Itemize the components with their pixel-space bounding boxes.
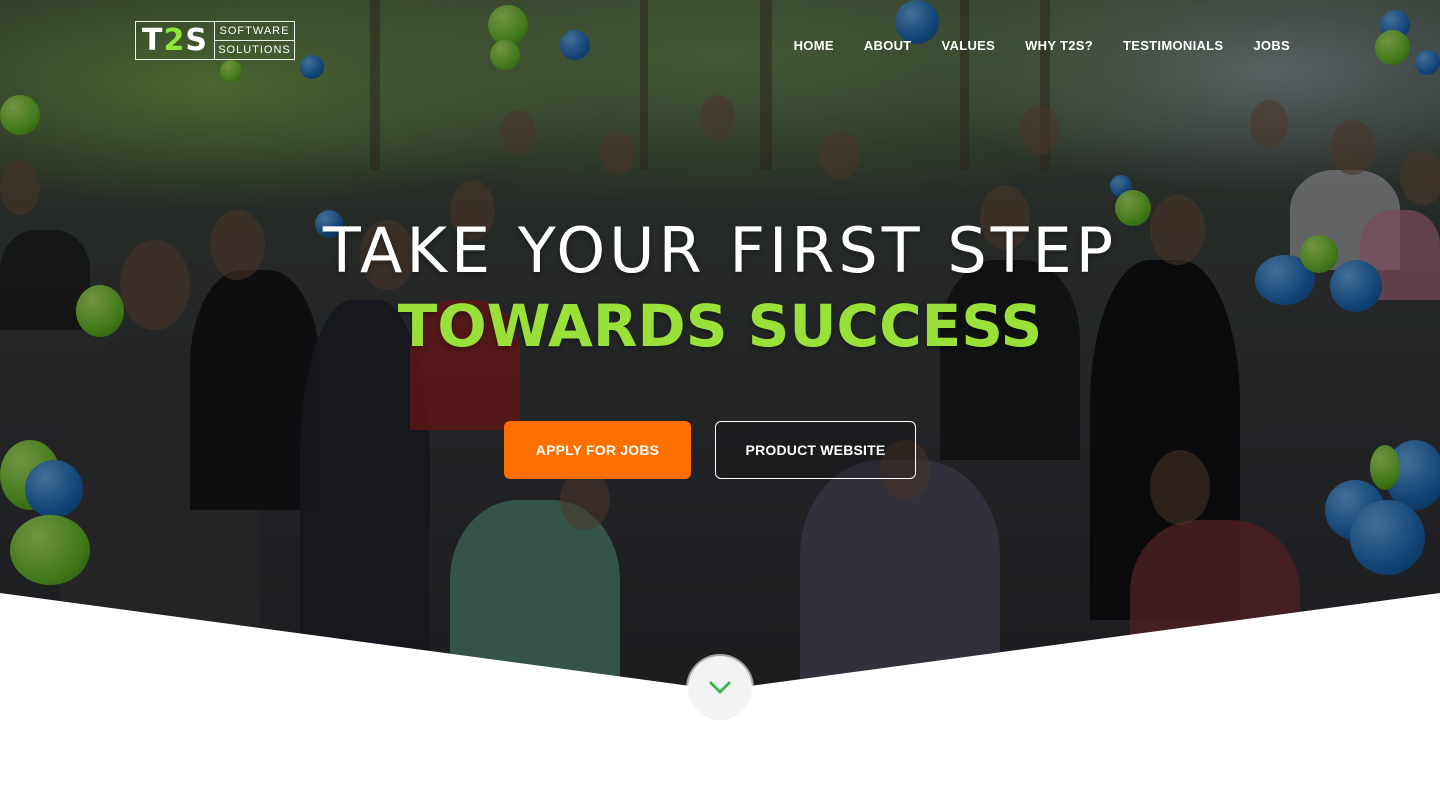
t2s-logo[interactable]: T2S SOFTWARE SOLUTIONS — [135, 21, 295, 60]
logo-letter-s: S — [185, 22, 208, 58]
nav-jobs[interactable]: JOBS — [1238, 37, 1290, 54]
hero-subheadline: TOWARDS SUCCESS — [397, 292, 1043, 360]
chevron-down-icon — [709, 681, 731, 694]
apply-for-jobs-button[interactable]: APPLY FOR JOBS — [504, 421, 691, 479]
nav-home[interactable]: HOME — [779, 37, 849, 54]
nav-values[interactable]: VALUES — [927, 37, 1011, 54]
nav-why-t2s[interactable]: WHY T2S? — [1010, 37, 1108, 54]
nav-about[interactable]: ABOUT — [849, 37, 927, 54]
scroll-down-button[interactable] — [688, 656, 752, 720]
hero-headline: TAKE YOUR FIRST STEP — [322, 214, 1118, 287]
main-nav: HOME ABOUT VALUES WHY T2S? TESTIMONIALS … — [779, 37, 1290, 54]
product-website-button[interactable]: PRODUCT WEBSITE — [715, 421, 916, 479]
logo-line-software: SOFTWARE — [219, 25, 290, 37]
logo-letter-t: T — [142, 22, 164, 58]
logo-wordmark: SOFTWARE SOLUTIONS — [214, 22, 294, 59]
nav-testimonials[interactable]: TESTIMONIALS — [1108, 37, 1238, 54]
logo-mark: T2S — [136, 22, 214, 59]
logo-letter-2: 2 — [163, 22, 186, 58]
logo-line-solutions: SOLUTIONS — [215, 40, 294, 59]
